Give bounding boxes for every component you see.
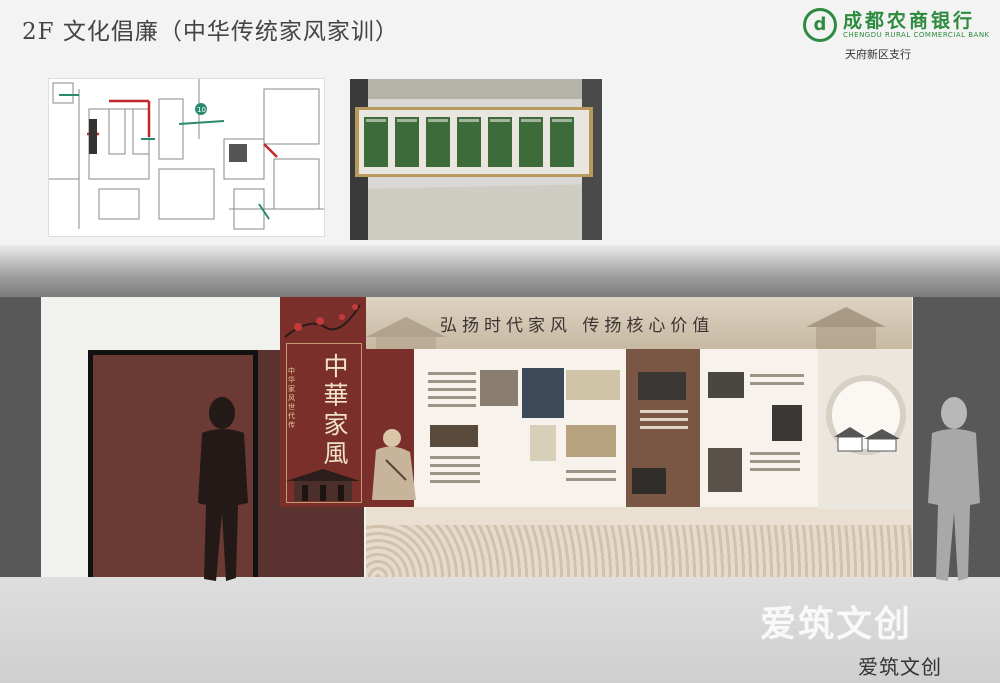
- exhibit-text-line: [750, 452, 800, 455]
- site-photo: [350, 79, 602, 240]
- person-silhouette-right: [928, 397, 980, 581]
- banner-caption: 中华家风世代传: [288, 367, 295, 429]
- exhibit-text-line: [430, 456, 480, 459]
- exhibit-text-line: [430, 480, 480, 483]
- document-image: [530, 425, 556, 461]
- floor-plan-image: 10: [48, 78, 325, 237]
- banner-headline: 中華家風: [323, 352, 349, 468]
- floor-plan-marker: 10: [197, 106, 206, 114]
- exhibit-text-line: [428, 388, 476, 391]
- exhibit-text-line: [430, 472, 480, 475]
- family-tradition-banner: 中華家風 中华家风世代传: [280, 297, 366, 507]
- bank-name: 成都农商银行: [843, 10, 976, 32]
- exhibit-text-line: [428, 404, 476, 407]
- historic-photo: [632, 468, 666, 494]
- exhibit-text-line: [750, 460, 800, 463]
- palace-illustration: [286, 469, 360, 501]
- exhibit-text-line: [428, 372, 476, 375]
- exhibit-text-line: [566, 478, 616, 481]
- shadow-band: [0, 245, 1000, 305]
- bank-name-english: CHENGDU RURAL COMMERCIAL BANK: [843, 31, 990, 39]
- site-photo-drawing: [350, 79, 602, 240]
- portrait-painting: [522, 368, 564, 418]
- scroll-image: [430, 425, 478, 447]
- page-title: 2F 文化倡廉（中华传统家风家训）: [22, 19, 399, 45]
- exhibit-text-line: [750, 382, 804, 385]
- portrait-photo-3: [772, 405, 802, 441]
- exhibit-text-line: [430, 464, 480, 467]
- emblem-house-illustration: [834, 427, 900, 452]
- bank-logo: d 成都农商银行 CHENGDU RURAL COMMERCIAL BANK 天…: [803, 6, 993, 66]
- cloud-pattern-band: [366, 525, 912, 577]
- floor-plan-drawing: 10: [49, 79, 324, 230]
- branch-name: 天府新区支行: [845, 48, 911, 61]
- portrait-photo: [480, 370, 518, 406]
- scholar-illustration: [372, 429, 416, 500]
- exhibit-text-line: [640, 418, 688, 421]
- exhibit-text-line: [750, 468, 800, 471]
- group-photo: [638, 372, 686, 400]
- exhibit-text-line: [640, 426, 688, 429]
- bank-logo-icon: d: [803, 8, 837, 42]
- plum-blossom-decoration: [284, 304, 361, 338]
- watermark-small: 爱筑文创: [858, 655, 942, 679]
- calligraphy-image: [566, 370, 620, 400]
- exhibit-text-line: [566, 470, 616, 473]
- exhibit-text-line: [428, 380, 476, 383]
- portrait-photo-4: [708, 448, 742, 492]
- watermark-large: 爱筑文创: [760, 604, 913, 645]
- slogan-text: 弘扬时代家风 传扬核心价值: [440, 316, 715, 336]
- exhibit-text-line: [750, 374, 804, 377]
- manuscript-image: [566, 425, 616, 457]
- exhibit-text-line: [640, 410, 688, 413]
- exhibit-text-line: [428, 396, 476, 399]
- person-silhouette-left: [198, 397, 248, 581]
- portrait-photo-2: [708, 372, 744, 398]
